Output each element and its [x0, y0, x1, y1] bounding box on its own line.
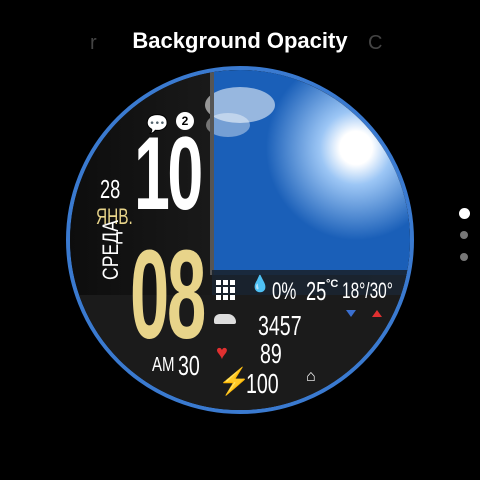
min-temp-arrow-icon	[346, 310, 356, 317]
ampm-display: AM	[152, 354, 175, 376]
seconds-display: 30	[178, 350, 200, 381]
page-dot-3[interactable]	[460, 253, 468, 261]
shoe-icon	[214, 314, 236, 324]
watch-face[interactable]: 💬 2 10 08 28 ЯНВ. СРЕДА AM 30 💧 0% 25 °C…	[66, 66, 414, 414]
next-option-hint: C	[368, 32, 383, 54]
water-drop-icon: 💧	[250, 276, 270, 293]
precipitation-value: 0%	[272, 278, 297, 305]
max-temp-arrow-icon	[372, 310, 382, 317]
header: r Background Opacity C	[0, 26, 480, 58]
temperature-value: 25	[306, 276, 327, 306]
temperature-range: 18°/30°	[342, 278, 393, 303]
heart-rate-value: 89	[260, 338, 282, 369]
temperature-unit: °C	[326, 278, 339, 290]
heart-icon: ♥	[216, 342, 228, 364]
hour-display: 10	[134, 116, 203, 232]
page-dot-1[interactable]	[459, 208, 470, 219]
minute-display: 08	[130, 224, 206, 365]
sunrise-icon[interactable]: ⌂	[306, 368, 316, 386]
weekday-display: СРЕДА	[98, 220, 123, 280]
apps-grid-icon[interactable]	[216, 280, 236, 300]
page-dot-2[interactable]	[460, 231, 468, 239]
day-display: 28	[100, 174, 121, 204]
page-title: Background Opacity	[132, 28, 348, 53]
battery-value: 100	[246, 368, 279, 399]
pagination	[459, 208, 470, 275]
